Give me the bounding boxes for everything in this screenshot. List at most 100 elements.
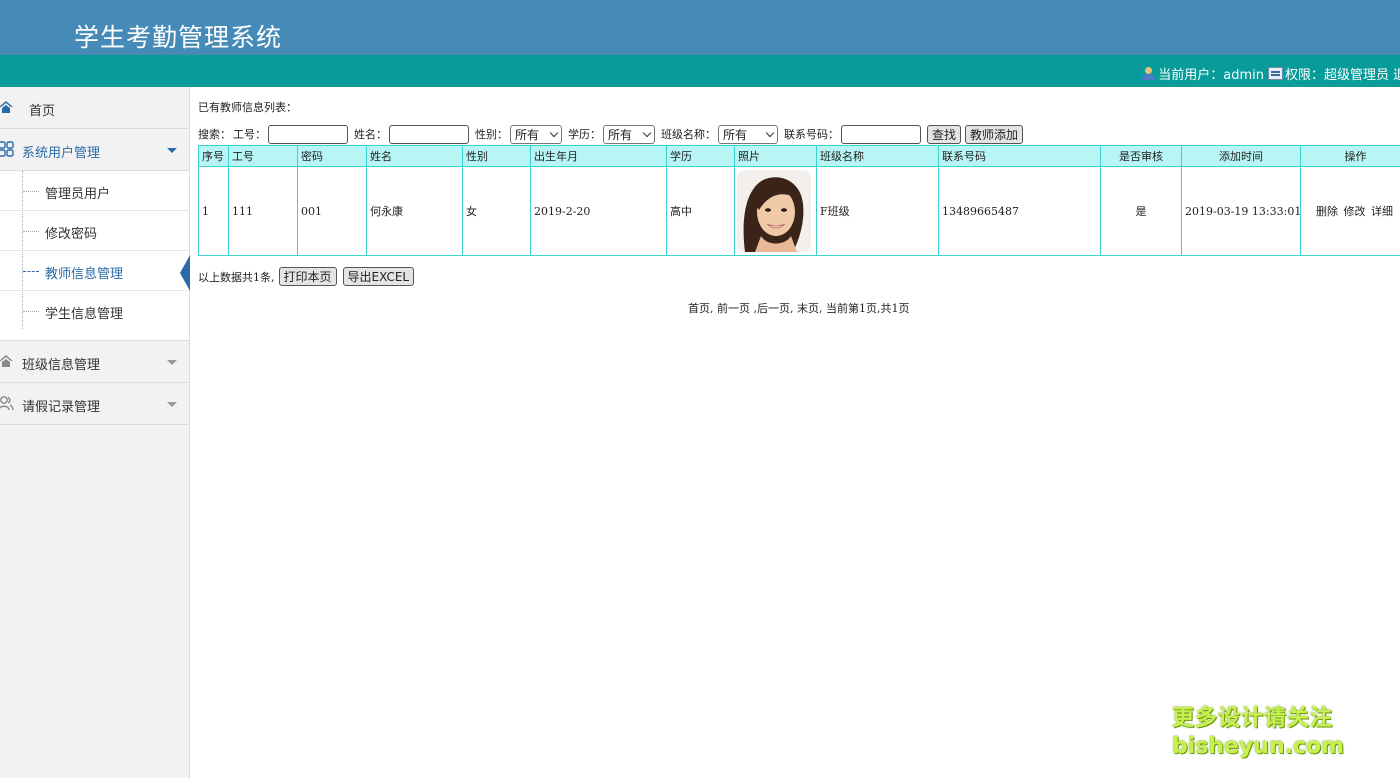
active-marker bbox=[180, 255, 190, 291]
table-row: 1 111 001 何永康 女 2019-2-20 高中 F班级 1348966… bbox=[198, 166, 1400, 256]
sidebar-item-student-info[interactable]: 学生信息管理 bbox=[0, 291, 189, 331]
submenu-dash bbox=[23, 311, 39, 312]
sidebar-item-label: 教师信息管理 bbox=[45, 267, 124, 282]
sidebar-item-label: 学生信息管理 bbox=[45, 307, 124, 322]
current-user-label: 当前用户：admin bbox=[1158, 68, 1264, 83]
add-teacher-button[interactable]: 教师添加 bbox=[965, 124, 1024, 144]
grid-icon bbox=[0, 141, 14, 157]
phone-input[interactable] bbox=[841, 124, 921, 144]
sidebar-group-label: 班级信息管理 bbox=[22, 358, 101, 373]
phone-label: 联系号码： bbox=[784, 128, 839, 141]
class-label: 班级名称： bbox=[661, 128, 716, 141]
gender-label: 性别： bbox=[475, 128, 508, 141]
list-title: 已有教师信息列表： bbox=[198, 101, 297, 114]
name-label: 姓名： bbox=[354, 128, 387, 141]
pagination[interactable]: 首页, 前一页 ,后一页, 末页, 当前第1页,共1页 bbox=[688, 300, 909, 316]
education-label: 学历： bbox=[568, 128, 601, 141]
class-select[interactable]: 所有 bbox=[718, 124, 778, 144]
education-select-value: 所有 bbox=[608, 127, 633, 142]
sidebar-submenu: 管理员用户 修改密码 教师信息管理 学生信息管理 bbox=[0, 171, 190, 341]
record-count: 以上数据共1条, bbox=[198, 270, 275, 284]
gender-select-value: 所有 bbox=[515, 127, 540, 142]
user-info: 当前用户：admin 权限：超级管理员 退 bbox=[1141, 64, 1400, 83]
col-header: 联系号码 bbox=[938, 145, 1101, 167]
sidebar: 首页 系统用户管理 管理员用户 修改密码 教师信息管理 学生信息管理 班级信息管… bbox=[0, 87, 190, 778]
print-button[interactable]: 打印本页 bbox=[278, 267, 337, 286]
chevron-down-icon bbox=[167, 148, 177, 153]
sidebar-group-system-users[interactable]: 系统用户管理 bbox=[0, 129, 189, 171]
chevron-down-icon bbox=[167, 402, 177, 407]
cell-added-time: 2019-03-19 13:33:01 bbox=[1181, 166, 1301, 256]
cell-job-no: 111 bbox=[228, 166, 298, 256]
chevron-down-icon bbox=[167, 360, 177, 365]
col-header: 工号 bbox=[228, 145, 298, 167]
col-header: 性别 bbox=[462, 145, 531, 167]
cell-education: 高中 bbox=[666, 166, 735, 256]
app-header: 学生考勤管理系统 bbox=[0, 0, 1400, 55]
col-header: 学历 bbox=[666, 145, 735, 167]
summary-bar: 以上数据共1条, 打印本页 导出EXCEL bbox=[198, 267, 416, 286]
cell-actions: 删除 修改 详细 bbox=[1300, 166, 1400, 256]
sidebar-home-label: 首页 bbox=[29, 104, 56, 119]
teacher-table: 序号 工号 密码 姓名 性别 出生年月 学历 照片 班级名称 联系号码 是否审核… bbox=[198, 145, 1400, 256]
detail-link[interactable]: 详细 bbox=[1371, 205, 1393, 218]
user-bar: 当前用户：admin 权限：超级管理员 退 bbox=[0, 55, 1400, 87]
col-header: 姓名 bbox=[366, 145, 463, 167]
users-icon bbox=[0, 396, 14, 411]
col-header: 照片 bbox=[734, 145, 817, 167]
cell-birth: 2019-2-20 bbox=[530, 166, 667, 256]
class-select-value: 所有 bbox=[723, 127, 748, 142]
search-bar: 搜索： 工号： 姓名： 性别： 所有 学历： 所有 班级名称： 所有 联系号码：… bbox=[198, 124, 1027, 144]
education-select[interactable]: 所有 bbox=[603, 124, 655, 144]
job-no-input[interactable] bbox=[268, 124, 348, 144]
sidebar-group-label: 请假记录管理 bbox=[22, 400, 101, 415]
submenu-dash bbox=[23, 191, 39, 192]
home-icon bbox=[0, 101, 13, 113]
search-button[interactable]: 查找 bbox=[927, 124, 962, 144]
logout-link[interactable]: 退 bbox=[1393, 64, 1400, 83]
table-header-row: 序号 工号 密码 姓名 性别 出生年月 学历 照片 班级名称 联系号码 是否审核… bbox=[198, 145, 1400, 167]
col-header: 操作 bbox=[1300, 145, 1400, 167]
sidebar-item-change-password[interactable]: 修改密码 bbox=[0, 211, 189, 251]
sidebar-item-label: 管理员用户 bbox=[45, 187, 111, 202]
sidebar-item-admin-users[interactable]: 管理员用户 bbox=[0, 171, 189, 211]
submenu-dash bbox=[23, 231, 39, 232]
col-header: 添加时间 bbox=[1181, 145, 1301, 167]
app-title: 学生考勤管理系统 bbox=[74, 23, 283, 52]
watermark-line2: bisheyun.com bbox=[1172, 734, 1345, 759]
permission-label: 权限：超级管理员 bbox=[1284, 68, 1389, 83]
edit-link[interactable]: 修改 bbox=[1344, 205, 1366, 218]
cell-phone: 13489665487 bbox=[938, 166, 1101, 256]
cell-audited: 是 bbox=[1100, 166, 1182, 256]
portrait-image bbox=[737, 170, 811, 252]
cell-password: 001 bbox=[297, 166, 367, 256]
sidebar-group-label: 系统用户管理 bbox=[22, 146, 101, 161]
sidebar-item-teacher-info[interactable]: 教师信息管理 bbox=[0, 251, 190, 291]
chevron-down-icon bbox=[765, 128, 775, 137]
chevron-down-icon bbox=[549, 128, 559, 137]
delete-link[interactable]: 删除 bbox=[1316, 205, 1338, 218]
home-icon bbox=[0, 355, 13, 367]
col-header: 密码 bbox=[297, 145, 367, 167]
teacher-photo bbox=[737, 170, 811, 252]
search-prefix: 搜索： bbox=[198, 128, 231, 141]
submenu-dash bbox=[23, 271, 39, 272]
sidebar-item-home[interactable]: 首页 bbox=[0, 87, 189, 129]
cell-photo bbox=[734, 166, 817, 256]
job-no-label: 工号： bbox=[233, 128, 266, 141]
watermark-line1: 更多设计请关注 bbox=[1172, 706, 1334, 731]
cell-gender: 女 bbox=[462, 166, 531, 256]
chevron-down-icon bbox=[642, 128, 652, 137]
cell-name: 何永康 bbox=[366, 166, 463, 256]
permission-icon bbox=[1267, 67, 1283, 80]
watermark: 更多设计请关注 bisheyun.com bbox=[1172, 700, 1344, 759]
sidebar-group-leave-records[interactable]: 请假记录管理 bbox=[0, 383, 189, 425]
user-icon bbox=[1141, 67, 1156, 80]
export-excel-button[interactable]: 导出EXCEL bbox=[342, 267, 415, 286]
name-input[interactable] bbox=[389, 124, 469, 144]
col-header: 序号 bbox=[198, 145, 229, 167]
cell-class: F班级 bbox=[816, 166, 939, 256]
sidebar-group-class-info[interactable]: 班级信息管理 bbox=[0, 341, 189, 383]
gender-select[interactable]: 所有 bbox=[510, 124, 562, 144]
cell-seq: 1 bbox=[198, 166, 229, 256]
